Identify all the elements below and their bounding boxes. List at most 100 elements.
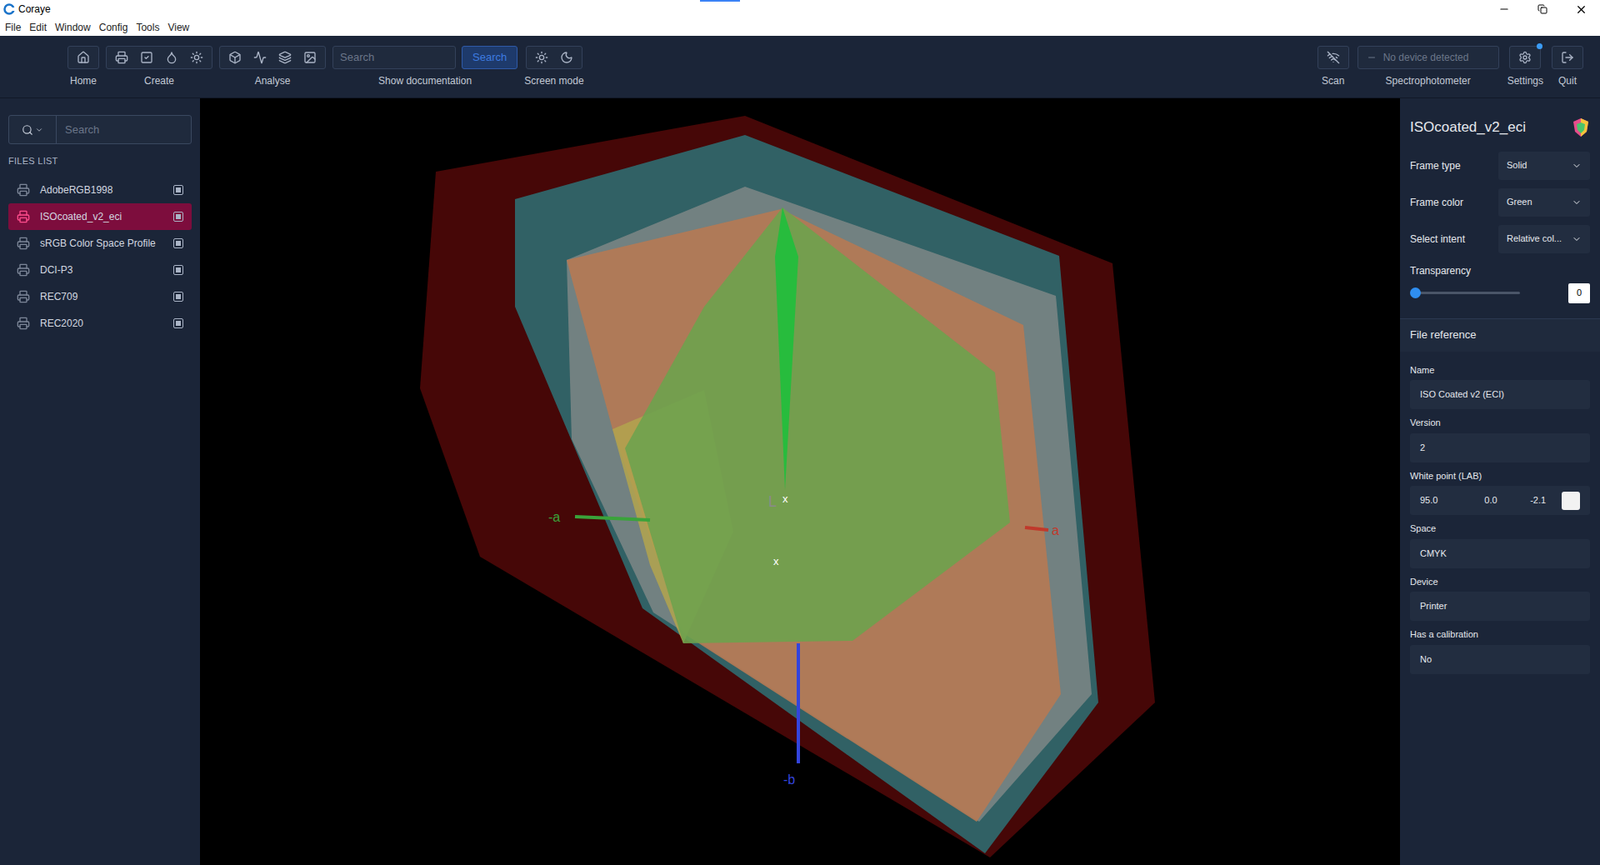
file-item[interactable]: DCI-P3 (8, 256, 192, 284)
home-box (67, 45, 100, 70)
documentation-group-label: Show documentation (378, 73, 472, 89)
axis-label: L (768, 493, 777, 510)
file-item[interactable]: REC2020 (8, 310, 192, 337)
quit-box (1551, 45, 1584, 70)
cube-icon[interactable] (228, 50, 242, 65)
scan-group: Scan (1317, 45, 1350, 89)
printer-icon (16, 236, 30, 250)
transparency-control: Transparency0 (1410, 263, 1590, 304)
spectrophotometer-group: No device detectedSpectrophotometer (1357, 45, 1500, 89)
files-list: AdobeRGB1998ISOcoated_v2_ecisRGB Color S… (8, 176, 192, 337)
printer-icon (16, 183, 30, 197)
transparency-value[interactable]: 0 (1568, 283, 1590, 304)
spectrophotometer-field[interactable]: No device detected (1357, 45, 1500, 70)
restore-button[interactable] (1523, 4, 1562, 15)
menu-item[interactable]: View (167, 20, 190, 35)
control-row: Frame typeSolid (1410, 151, 1590, 180)
field-value[interactable]: CMYK (1410, 539, 1590, 569)
dark-mode-icon[interactable] (560, 50, 574, 65)
visibility-checkbox[interactable] (173, 318, 184, 329)
gamut-logo-icon (1571, 117, 1590, 138)
droplet-icon[interactable] (165, 50, 179, 65)
graph-icon[interactable] (253, 50, 267, 65)
field-value[interactable]: Printer (1410, 591, 1590, 621)
layers-icon[interactable] (278, 50, 292, 65)
menu-item[interactable]: File (5, 20, 21, 35)
axis-a-neg (575, 516, 650, 520)
visibility-checkbox[interactable] (173, 238, 184, 249)
axis-label: x (773, 555, 780, 568)
lab-value[interactable]: 95.0 (1420, 493, 1468, 508)
visibility-checkbox[interactable] (173, 211, 184, 222)
sun-icon[interactable] (190, 50, 204, 65)
visibility-checkbox[interactable] (173, 265, 184, 275)
white-point-swatch (1561, 491, 1580, 510)
gear-icon[interactable] (1518, 50, 1532, 65)
menu-item[interactable]: Tools (135, 20, 160, 35)
screen-mode-group-label: Screen mode (524, 73, 584, 89)
home-icon[interactable] (76, 50, 90, 65)
lab-value[interactable]: -2.1 (1514, 493, 1562, 508)
home-group-label: Home (70, 73, 97, 89)
visibility-checkbox[interactable] (173, 291, 184, 302)
section-header: File reference (1400, 318, 1600, 352)
file-item[interactable]: sRGB Color Space Profile (8, 230, 192, 257)
scan-off-icon[interactable] (1326, 50, 1340, 65)
quit-group-label: Quit (1558, 73, 1577, 89)
close-button[interactable] (1561, 3, 1600, 16)
window-title: Coraye (18, 1, 51, 17)
documentation-search-input[interactable] (332, 45, 456, 70)
documentation-group: Search Show documentation (332, 45, 518, 89)
axis-label: -a (548, 510, 560, 525)
logout-icon[interactable] (1560, 50, 1575, 65)
title-bar: Coraye (0, 0, 1600, 19)
menu-item[interactable]: Window (55, 20, 91, 35)
printer-icon (16, 210, 30, 224)
gamut-viewer[interactable]: -aaLxx-b (200, 98, 1400, 865)
field-value[interactable]: ISO Coated v2 (ECI) (1410, 380, 1590, 410)
minimize-button[interactable] (1485, 3, 1524, 15)
search-mode-dropdown[interactable] (9, 115, 57, 144)
reference-field: Version2 (1410, 415, 1590, 463)
create-group: Create (105, 45, 213, 89)
control-select[interactable]: Relative col... (1498, 225, 1590, 254)
control-row: Frame colorGreen (1410, 188, 1590, 217)
file-item[interactable]: AdobeRGB1998 (8, 176, 192, 204)
search-button[interactable]: Search (461, 45, 518, 70)
menu-item[interactable]: Config (99, 20, 129, 35)
screen-mode-box (525, 45, 583, 70)
reference-field: White point (LAB)95.00.0-2.1 (1410, 469, 1590, 516)
menu-bar: File Edit Window Config Tools View (0, 18, 1600, 36)
files-list-heading: FILES LIST (8, 154, 192, 169)
printer-icon (16, 290, 30, 304)
lab-value[interactable]: 0.0 (1467, 493, 1515, 508)
printer-icon[interactable] (115, 50, 129, 65)
image-icon[interactable] (303, 50, 317, 65)
sidebar: FILES LIST AdobeRGB1998ISOcoated_v2_ecisR… (0, 98, 200, 865)
menu-item[interactable]: Edit (29, 20, 47, 35)
control-row: Select intentRelative col... (1410, 225, 1590, 254)
transparency-slider[interactable] (1415, 291, 1520, 295)
file-item[interactable]: ISOcoated_v2_eci (8, 203, 192, 230)
reference-field: DevicePrinter (1410, 575, 1590, 622)
quit-group: Quit (1551, 45, 1584, 89)
files-search-input[interactable] (56, 115, 191, 144)
light-mode-icon[interactable] (535, 50, 549, 65)
gamut-layer (625, 207, 1010, 644)
control-select[interactable]: Solid (1498, 151, 1590, 180)
gamut-layer (515, 135, 1099, 854)
scan-box (1317, 45, 1350, 70)
control-select[interactable]: Green (1498, 188, 1590, 217)
properties-panel: ISOcoated_v2_eciFrame typeSolidFrame col… (1400, 98, 1600, 865)
app-logo-icon (3, 3, 15, 15)
field-value[interactable]: 2 (1410, 433, 1590, 463)
check-square-icon[interactable] (140, 50, 154, 65)
file-item[interactable]: REC709 (8, 283, 192, 310)
gamut-layer (566, 186, 1092, 822)
visibility-checkbox[interactable] (173, 185, 184, 195)
title-indicator (700, 0, 740, 2)
analyse-group: Analyse (219, 45, 326, 89)
reference-field: SpaceCMYK (1410, 521, 1590, 569)
gamut-3d-chart[interactable]: -aaLxx-b (200, 98, 1400, 865)
field-value[interactable]: No (1410, 645, 1590, 675)
